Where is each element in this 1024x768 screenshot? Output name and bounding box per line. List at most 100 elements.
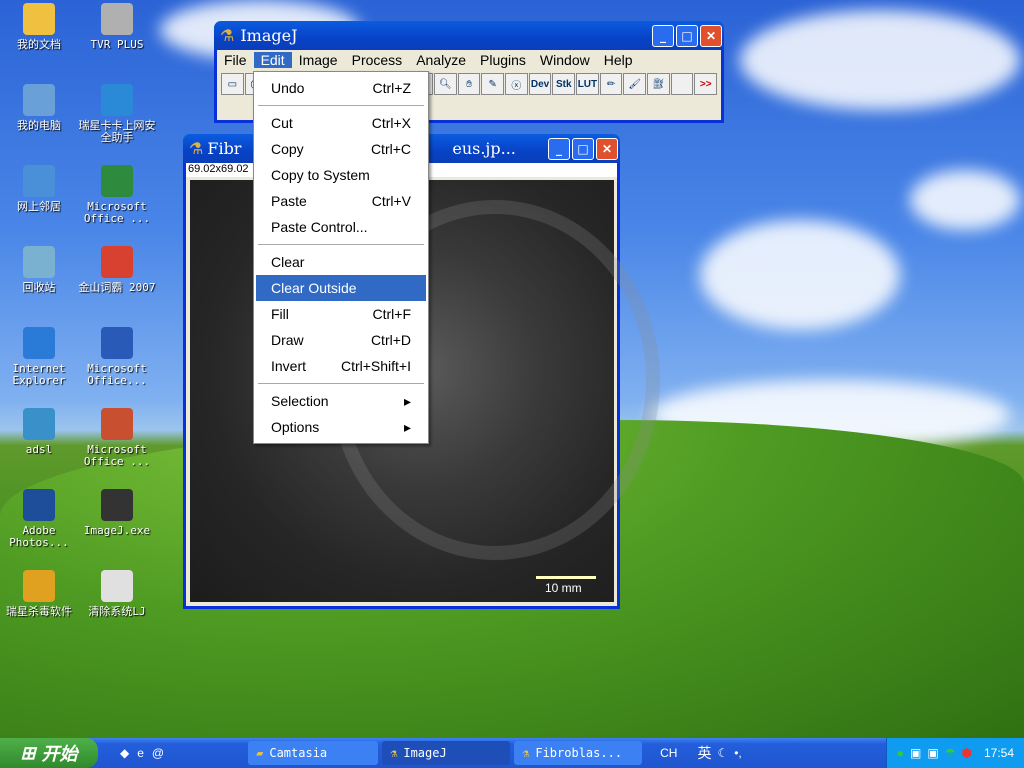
x-tool-icon[interactable]: ⓧ — [505, 73, 528, 95]
imagej-titlebar[interactable]: ⚗ ImageJ _ □ ✕ — [214, 21, 724, 50]
Stk-tool-icon[interactable]: Stk — [552, 73, 576, 95]
word-icon — [101, 327, 133, 359]
menu-help[interactable]: Help — [597, 52, 640, 68]
dropper-tool-icon[interactable]: ✎ — [481, 73, 505, 95]
maximize-button[interactable]: □ — [676, 24, 698, 47]
microscope-icon: ⚗ — [390, 746, 398, 760]
brush-tool-icon[interactable]: 🖌︎ — [623, 73, 647, 95]
taskbar-button[interactable]: ⚗ Fibroblas... — [514, 741, 643, 765]
minimize-button[interactable]: _ — [652, 24, 674, 47]
menu-item-paste[interactable]: Paste Ctrl+V — [254, 188, 428, 214]
taskbar-button[interactable]: ▰ Camtasia — [248, 741, 379, 765]
desktop-icon[interactable]: Adobe Photos... — [0, 489, 79, 549]
ie-icon — [23, 327, 55, 359]
excel-icon — [101, 165, 133, 197]
tray-umbrella-icon[interactable]: ☂ — [945, 746, 956, 760]
close-button[interactable]: ✕ — [596, 137, 618, 160]
desktop-icon-label: TVR PLUS — [90, 38, 144, 51]
menu-item-label: Invert — [271, 358, 307, 374]
menu-separator — [258, 383, 424, 384]
close-button[interactable]: ✕ — [700, 24, 722, 47]
language-indicator[interactable]: CH — [660, 746, 677, 760]
menu-item-cut[interactable]: Cut Ctrl+X — [254, 110, 428, 136]
menu-window[interactable]: Window — [533, 52, 597, 68]
menu-process[interactable]: Process — [345, 52, 410, 68]
maximize-button[interactable]: □ — [572, 137, 594, 160]
task-label: Fibroblas... — [535, 746, 623, 760]
menu-item-label: Paste — [271, 193, 307, 209]
desktop-icon[interactable]: Microsoft Office ... — [77, 165, 157, 225]
ime-indicator[interactable]: 英 — [697, 743, 711, 763]
fill-tool-icon[interactable]: ⛽︎ — [647, 73, 670, 95]
menu-item-fill[interactable]: Fill Ctrl+F — [254, 301, 428, 327]
desktop-icon[interactable]: Microsoft Office... — [77, 327, 157, 387]
rect-tool-icon[interactable]: ▭ — [221, 73, 244, 95]
desktop-icon[interactable]: 网上邻居 — [0, 165, 79, 213]
windows-logo-icon: ⊞ — [20, 742, 36, 763]
menu-analyze[interactable]: Analyze — [409, 52, 473, 68]
desktop-icon[interactable]: 金山词霸 2007 — [77, 246, 157, 294]
>>-tool-icon[interactable]: >> — [694, 73, 718, 95]
ie-icon[interactable]: e — [137, 746, 144, 760]
menu-item-shortcut: Ctrl+V — [371, 193, 411, 209]
desktop-icon[interactable]: 清除系统LJ — [77, 570, 157, 618]
recycle-bin-icon — [23, 246, 55, 278]
menu-plugins[interactable]: Plugins — [473, 52, 533, 68]
desktop-icon[interactable]: adsl — [0, 408, 79, 456]
desktop-icon[interactable]: 瑞星杀毒软件 — [0, 570, 79, 618]
ime-moon-icon[interactable]: ☾ — [717, 746, 728, 760]
menu-item-clear[interactable]: Clear — [254, 249, 428, 275]
window-title: ImageJ — [240, 26, 298, 45]
menu-item-label: Options — [271, 419, 320, 435]
cleaner-icon — [101, 570, 133, 602]
menu-item-options[interactable]: Options ▸ — [254, 414, 428, 440]
menu-item-label: Selection — [271, 393, 329, 409]
pencil-tool-icon[interactable]: ✏︎ — [599, 73, 623, 95]
menu-item-invert[interactable]: Invert Ctrl+Shift+I — [254, 353, 428, 379]
image-title-right: eus.jp... — [452, 139, 516, 158]
start-button[interactable]: ⊞ 开始 — [0, 738, 98, 768]
desktop-icon-label: 我的文档 — [17, 38, 61, 51]
desktop-icon-label: 金山词霸 2007 — [78, 281, 156, 294]
desktop-icon[interactable]: 瑞星卡卡上网安全助手 — [77, 84, 157, 144]
menu-item-label: Cut — [271, 115, 293, 131]
network-icon[interactable]: ▣ — [927, 746, 938, 760]
antivirus-icon[interactable]: ⬢ — [961, 746, 971, 760]
menu-file[interactable]: File — [217, 52, 254, 68]
network-icon[interactable]: ▣ — [910, 746, 921, 760]
menu-item-label: Clear — [271, 254, 305, 270]
menu-item-selection[interactable]: Selection ▸ — [254, 388, 428, 414]
ime-punct-icon[interactable]: •, — [734, 746, 742, 760]
menu-item-label: Fill — [271, 306, 289, 322]
hand-tool-icon[interactable]: ✋︎ — [457, 73, 481, 95]
dictionary-icon — [101, 246, 133, 278]
menu-item-draw[interactable]: Draw Ctrl+D — [254, 327, 428, 353]
menu-item-clear-outside[interactable]: Clear Outside — [256, 275, 426, 301]
task-label: ImageJ — [403, 746, 447, 760]
LUT-tool-icon[interactable]: LUT — [576, 73, 599, 95]
menu-item-paste-control[interactable]: Paste Control... — [254, 214, 428, 240]
desktop-icon[interactable]: TVR PLUS — [77, 3, 157, 51]
desktop-icon[interactable]: 回收站 — [0, 246, 79, 294]
Dev-tool-icon[interactable]: Dev — [528, 73, 552, 95]
menu-item-shortcut: Ctrl+F — [372, 306, 412, 322]
menu-item-copy-to-system[interactable]: Copy to System — [254, 162, 428, 188]
minimize-button[interactable]: _ — [548, 137, 570, 160]
blank-tool-icon[interactable] — [670, 73, 694, 95]
magnifier-tool-icon[interactable]: 🔍︎ — [434, 73, 457, 95]
desktop-icon[interactable]: 我的文档 — [0, 3, 79, 51]
menu-item-copy[interactable]: Copy Ctrl+C — [254, 136, 428, 162]
desktop-icon[interactable]: Internet Explorer — [0, 327, 79, 387]
tray-green-icon[interactable]: ● — [897, 746, 904, 760]
taskbar-button[interactable]: ⚗ ImageJ — [382, 741, 511, 765]
quicklaunch-icon[interactable]: ◆ — [120, 746, 129, 760]
menu-edit[interactable]: Edit — [253, 52, 292, 68]
desktop-icon[interactable]: Microsoft Office ... — [77, 408, 157, 468]
menu-image[interactable]: Image — [292, 52, 345, 68]
desktop-icon[interactable]: 我的电脑 — [0, 84, 79, 132]
desktop-icon-label: 瑞星卡卡上网安全助手 — [78, 119, 156, 144]
menu-item-undo[interactable]: Undo Ctrl+Z — [254, 75, 428, 101]
adsl-icon — [23, 408, 55, 440]
outlook-icon[interactable]: @ — [152, 746, 164, 760]
desktop-icon[interactable]: ImageJ.exe — [77, 489, 157, 537]
